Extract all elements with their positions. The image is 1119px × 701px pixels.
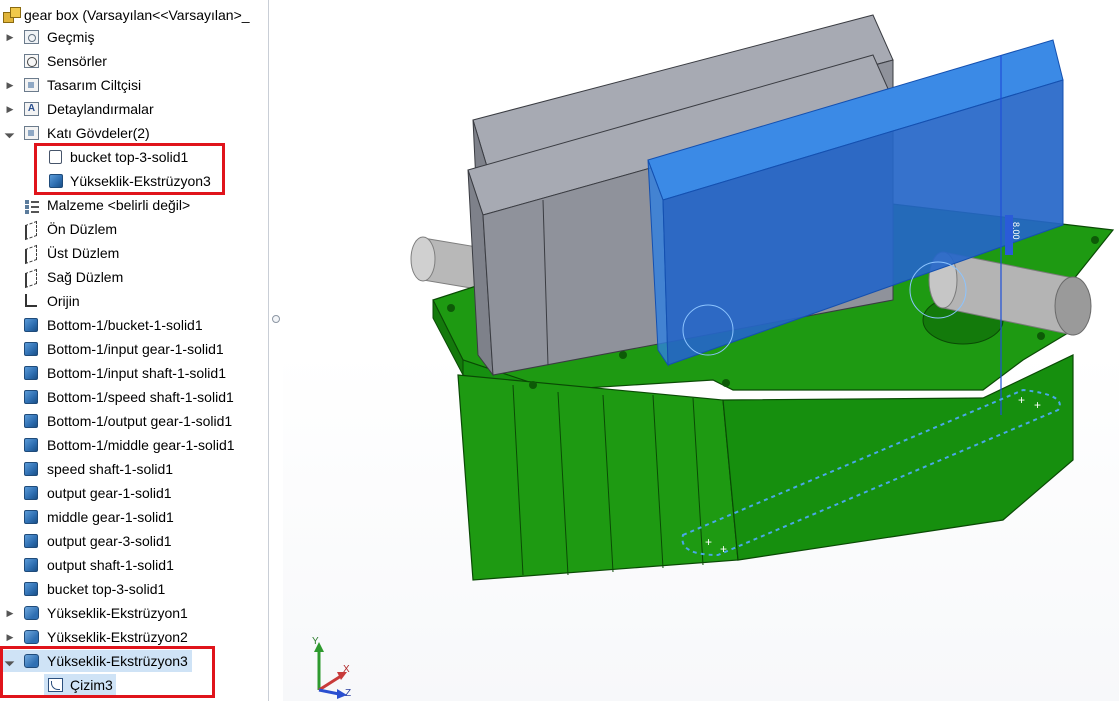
tree-item-label: Bottom-1/output gear-1-solid1	[47, 413, 233, 429]
imported-body-icon	[24, 342, 38, 356]
tree-item-history[interactable]: ▶ Geçmiş	[0, 26, 268, 48]
tree-item-label: Detaylandırmalar	[47, 101, 154, 117]
imported-body-icon	[24, 534, 38, 548]
tree-item-label: Geçmiş	[47, 29, 95, 45]
tree-item-top-plane[interactable]: Üst Düzlem	[0, 242, 268, 265]
plane-icon	[25, 220, 37, 241]
tree-item-front-plane[interactable]: Ön Düzlem	[0, 218, 268, 241]
tree-item-imported-body[interactable]: Bottom-1/input shaft-1-solid1	[0, 362, 268, 384]
tree-item-label: output gear-3-solid1	[47, 533, 172, 549]
tree-item-imported-body[interactable]: Bottom-1/input gear-1-solid1	[0, 338, 268, 360]
tree-item-label: Katı Gövdeler(2)	[47, 125, 150, 141]
solid-bodies-folder-icon	[24, 126, 39, 140]
tree-item-label: bucket top-3-solid1	[47, 581, 166, 597]
tree-item-label: middle gear-1-solid1	[47, 509, 174, 525]
tree-item-label: Bottom-1/input shaft-1-solid1	[47, 365, 226, 381]
history-icon	[24, 30, 39, 44]
assembly-icon	[3, 7, 21, 23]
feature-manager-tree: gear box (Varsayılan<<Varsayılan>_ ▶ Geç…	[0, 0, 268, 701]
tree-item-material[interactable]: Malzeme <belirli değil>	[0, 194, 268, 216]
imported-body-icon	[24, 318, 38, 332]
tree-item-label: Ön Düzlem	[47, 221, 118, 237]
splitter-grip-icon[interactable]	[272, 315, 280, 323]
tree-item-solid-bodies[interactable]: ◢ Katı Gövdeler(2)	[0, 122, 268, 144]
collapse-arrow-icon[interactable]: ◢	[0, 120, 23, 145]
tree-item-imported-body[interactable]: bucket top-3-solid1	[0, 578, 268, 600]
design-binder-icon	[24, 78, 39, 92]
tree-item-label: Sensörler	[47, 53, 107, 69]
tree-item-label: Bottom-1/middle gear-1-solid1	[47, 437, 235, 453]
tree-item-imported-body[interactable]: Bottom-1/bucket-1-solid1	[0, 314, 268, 336]
tree-item-label: speed shaft-1-solid1	[47, 461, 174, 477]
triad-z-label: Z	[345, 688, 352, 699]
tree-item-design-binder[interactable]: ▶ Tasarım Ciltçisi	[0, 74, 268, 96]
tree-root-label: gear box (Varsayılan<<Varsayılan>_	[24, 7, 250, 23]
imported-body-icon	[24, 414, 38, 428]
tree-item-label: Bottom-1/bucket-1-solid1	[47, 317, 203, 333]
tree-item-label: Bottom-1/speed shaft-1-solid1	[47, 389, 234, 405]
expand-arrow-icon[interactable]: ▶	[3, 74, 17, 96]
tree-item-imported-body[interactable]: speed shaft-1-solid1	[0, 458, 268, 480]
highlight-box	[34, 143, 225, 195]
imported-body-icon	[24, 558, 38, 572]
tree-item-imported-body[interactable]: output gear-3-solid1	[0, 530, 268, 552]
imported-body-icon	[24, 366, 38, 380]
svg-text:+: +	[720, 542, 727, 556]
extrude-feature-icon	[24, 630, 39, 644]
tree-item-sensors[interactable]: Sensörler	[0, 50, 268, 72]
tree-item-label: Yükseklik-Ekstrüzyon1	[47, 605, 188, 621]
graphics-viewport[interactable]: + + + + Y X Z 8.00	[283, 0, 1119, 701]
tree-item-imported-body[interactable]: Bottom-1/middle gear-1-solid1	[0, 434, 268, 456]
expand-arrow-icon[interactable]: ▶	[3, 602, 17, 624]
sensors-icon	[24, 54, 39, 68]
triad-x-label: X	[343, 664, 350, 675]
annotations-icon: A	[24, 102, 39, 116]
tree-item-label: Orijin	[47, 293, 80, 309]
tree-item-label: Yükseklik-Ekstrüzyon2	[47, 629, 188, 645]
plane-icon	[25, 268, 37, 289]
tree-item-label: Sağ Düzlem	[47, 269, 124, 285]
imported-body-icon	[24, 582, 38, 596]
triad-y-label: Y	[312, 636, 319, 647]
tree-item-extrude2[interactable]: ▶ Yükseklik-Ekstrüzyon2	[0, 626, 268, 648]
svg-text:+: +	[705, 535, 712, 549]
model-render: + + + +	[314, 14, 1115, 699]
tree-item-label: output shaft-1-solid1	[47, 557, 174, 573]
expand-arrow-icon[interactable]: ▶	[3, 98, 17, 120]
imported-body-icon	[24, 390, 38, 404]
plane-icon	[25, 244, 37, 265]
tree-item-label: output gear-1-solid1	[47, 485, 172, 501]
svg-text:+: +	[1034, 398, 1041, 412]
expand-arrow-icon[interactable]: ▶	[3, 26, 17, 48]
tree-item-label: Üst Düzlem	[47, 245, 120, 261]
material-icon	[24, 198, 40, 213]
tree-item-imported-body[interactable]: Bottom-1/output gear-1-solid1	[0, 410, 268, 432]
tree-item-imported-body[interactable]: middle gear-1-solid1	[0, 506, 268, 528]
tree-item-label: Tasarım Ciltçisi	[47, 77, 142, 93]
svg-text:+: +	[1018, 393, 1025, 407]
extrude-feature-icon	[24, 606, 39, 620]
tree-item-imported-body[interactable]: output shaft-1-solid1	[0, 554, 268, 576]
tree-item-label: Malzeme <belirli değil>	[47, 197, 191, 213]
tree-item-annotations[interactable]: ▶ A Detaylandırmalar	[0, 98, 268, 120]
tree-item-imported-body[interactable]: Bottom-1/speed shaft-1-solid1	[0, 386, 268, 408]
tree-item-right-plane[interactable]: Sağ Düzlem	[0, 266, 268, 289]
panel-splitter[interactable]	[268, 0, 283, 701]
dimension-label[interactable]: 8.00	[1011, 222, 1021, 240]
imported-body-icon	[24, 462, 38, 476]
imported-body-icon	[24, 438, 38, 452]
tree-item-label: Bottom-1/input gear-1-solid1	[47, 341, 224, 357]
tree-item-imported-body[interactable]: output gear-1-solid1	[0, 482, 268, 504]
expand-arrow-icon[interactable]: ▶	[3, 626, 17, 648]
imported-body-icon	[24, 486, 38, 500]
highlight-box	[0, 646, 215, 698]
origin-icon	[23, 294, 37, 309]
tree-item-extrude1[interactable]: ▶ Yükseklik-Ekstrüzyon1	[0, 602, 268, 624]
tree-item-origin[interactable]: Orijin	[0, 290, 268, 312]
imported-body-icon	[24, 510, 38, 524]
